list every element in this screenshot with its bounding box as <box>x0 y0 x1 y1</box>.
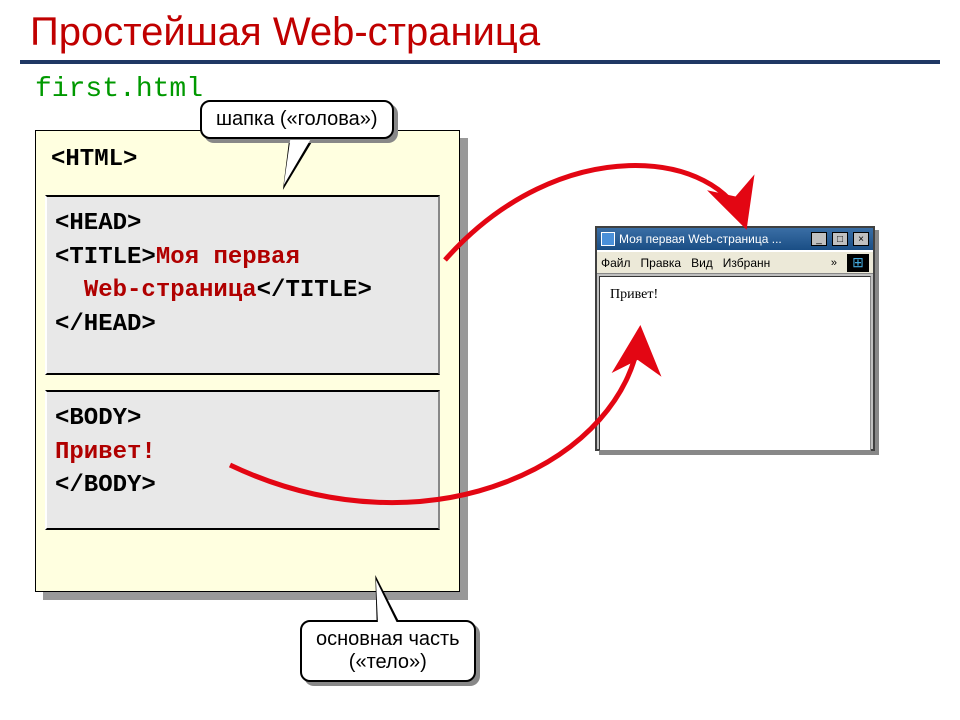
head-block: <HEAD> <TITLE>Моя первая Web-страница</T… <box>45 195 440 375</box>
ie-icon <box>601 232 615 246</box>
code-body-text: Привет! <box>55 439 156 466</box>
callout-body: основная часть («тело») <box>300 620 476 682</box>
menu-fav[interactable]: Избранн <box>723 256 770 270</box>
body-block: <BODY> Привет! </BODY> <box>45 390 440 530</box>
code-head-close: </HEAD> <box>55 311 156 338</box>
code-title-text1: Моя первая <box>156 244 300 271</box>
browser-window: Моя первая Web-страница ... _ □ × Файл П… <box>595 226 875 451</box>
callout-head: шапка («голова») <box>200 100 394 139</box>
code-head-open: <HEAD> <box>55 210 141 237</box>
menu-file[interactable]: Файл <box>601 256 631 270</box>
menu-overflow-icon[interactable]: » <box>831 257 837 269</box>
minimize-button[interactable]: _ <box>811 232 827 246</box>
code-title-text2: Web-страница <box>84 277 257 304</box>
slide-title: Простейшая Web-страница <box>0 0 960 60</box>
code-body-close: </BODY> <box>55 472 156 499</box>
filename-label: first.html <box>0 74 960 105</box>
browser-content: Привет! <box>599 276 871 451</box>
callout-body-line1: основная часть <box>316 628 460 650</box>
browser-titlebar: Моя первая Web-страница ... _ □ × <box>597 228 873 250</box>
menu-edit[interactable]: Правка <box>641 256 682 270</box>
maximize-button[interactable]: □ <box>832 232 848 246</box>
code-title-open: <TITLE> <box>55 244 156 271</box>
menu-view[interactable]: Вид <box>691 256 713 270</box>
code-body-open: <BODY> <box>55 405 141 432</box>
browser-menubar: Файл Правка Вид Избранн » ⊞ <box>597 250 873 274</box>
callout-body-line2: («тело») <box>349 651 427 673</box>
close-button[interactable]: × <box>853 232 869 246</box>
code-html-open: <HTML> <box>51 146 137 173</box>
code-title-close: </TITLE> <box>257 277 372 304</box>
title-rule <box>20 60 940 64</box>
browser-window-title: Моя первая Web-страница ... <box>619 232 806 246</box>
ie-logo-icon: ⊞ <box>847 254 869 272</box>
